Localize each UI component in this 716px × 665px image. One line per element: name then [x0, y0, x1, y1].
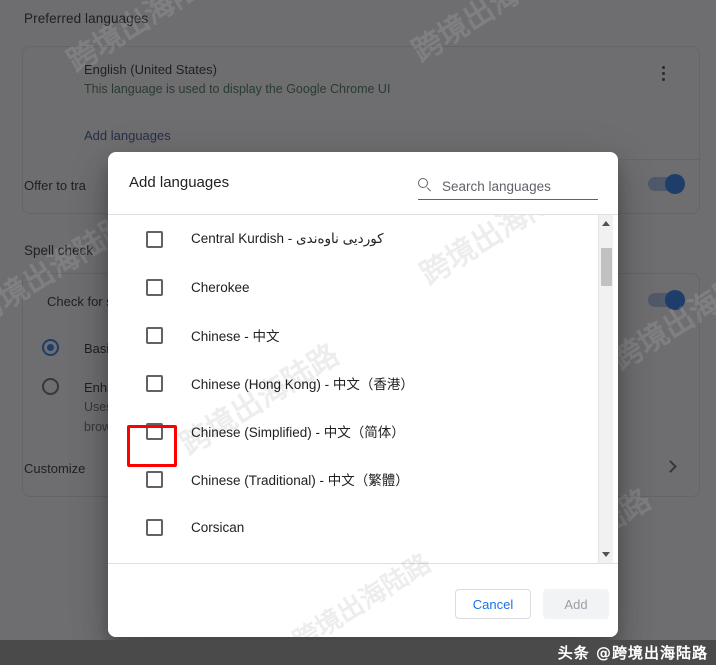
dialog-title: Add languages [129, 174, 230, 191]
add-button[interactable]: Add [543, 589, 609, 619]
language-checkbox-chinese-simplified[interactable] [146, 422, 163, 440]
dialog-footer: 跨境出海陆路 Cancel Add [108, 549, 618, 637]
list-item[interactable]: Chinese (Hong Kong) - 中文（香港） [108, 359, 595, 407]
bottom-watermark-bar: 头条 @跨境出海陆路 [0, 640, 716, 665]
cancel-button[interactable]: Cancel [455, 589, 531, 619]
list-scrollbar[interactable] [598, 215, 613, 563]
language-checkbox[interactable] [146, 326, 163, 344]
language-label: Central Kurdish - کوردیی ناوەندی [191, 231, 384, 246]
bottom-watermark-text: 头条 @跨境出海陆路 [557, 644, 708, 662]
list-item[interactable]: Cherokee [108, 263, 595, 311]
scroll-down-arrow-icon[interactable] [602, 552, 610, 557]
language-checkbox[interactable] [146, 470, 163, 488]
language-checkbox[interactable] [146, 230, 163, 248]
language-label: Corsican [191, 519, 245, 535]
dialog-header: Add languages [108, 152, 618, 215]
language-checkbox[interactable] [146, 374, 163, 392]
list-item-chinese-simplified[interactable]: Chinese (Simplified) - 中文（简体） [108, 407, 595, 455]
language-checkbox[interactable] [146, 518, 163, 536]
screen: Preferred languages English (United Stat… [0, 0, 716, 665]
language-list-area: Central Kurdish - کوردیی ناوەندی Cheroke… [108, 215, 618, 563]
language-label: Chinese (Hong Kong) - 中文（香港） [191, 377, 414, 392]
list-item[interactable]: Central Kurdish - کوردیی ناوەندی [108, 215, 595, 263]
scrollbar-thumb[interactable] [601, 248, 612, 286]
language-label: Chinese (Simplified) - 中文（简体） [191, 425, 405, 440]
list-item[interactable]: Chinese (Traditional) - 中文（繁體） [108, 455, 595, 503]
search-icon [418, 178, 432, 192]
add-languages-dialog: Add languages Central Kurdish - کوردیی ن… [108, 152, 618, 637]
list-item[interactable]: Chinese - 中文 [108, 311, 595, 359]
list-item[interactable]: Corsican [108, 503, 595, 551]
search-languages-field[interactable] [418, 175, 600, 200]
language-label: Chinese - 中文 [191, 329, 280, 344]
search-input[interactable] [440, 175, 600, 197]
language-list: Central Kurdish - کوردیی ناوەندی Cheroke… [108, 215, 595, 551]
language-checkbox[interactable] [146, 278, 163, 296]
language-label: Cherokee [191, 279, 250, 295]
scroll-up-arrow-icon[interactable] [602, 221, 610, 226]
language-label: Chinese (Traditional) - 中文（繁體） [191, 473, 409, 488]
